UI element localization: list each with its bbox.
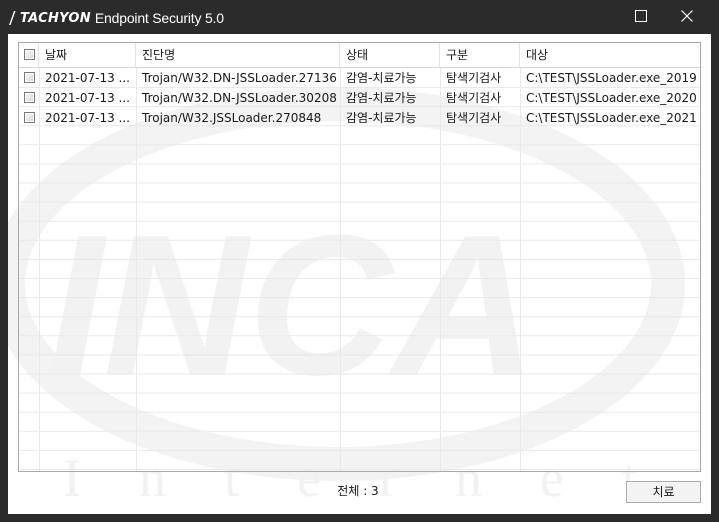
row-checkbox[interactable] — [24, 112, 35, 123]
row-detection-name: Trojan/W32.DN-JSSLoader.27136 — [142, 71, 337, 85]
row-target: C:\TEST\JSSLoader.exe_2021 — [526, 111, 697, 125]
row-type: 탐색기검사 — [446, 71, 502, 85]
row-target: C:\TEST\JSSLoader.exe_2020 — [526, 91, 697, 105]
detection-grid: 날짜 진단명 상태 구분 대상 2021-07-13 ... Trojan/W3… — [18, 42, 701, 472]
row-date: 2021-07-13 ... — [45, 71, 130, 85]
app-window: TACHYON Endpoint Security 5.0 INCA Inter… — [0, 0, 719, 522]
close-icon — [681, 10, 693, 22]
table-row[interactable]: 2021-07-13 ... Trojan/W32.DN-JSSLoader.2… — [19, 68, 700, 88]
grid-lines — [19, 68, 700, 471]
row-status: 감염-치료가능 — [346, 71, 417, 85]
app-title: Endpoint Security 5.0 — [94, 10, 224, 26]
total-count: 전체 : 3 — [337, 484, 379, 498]
main-panel: INCA Internet 날짜 진단명 상태 구분 대상 2021-07-13… — [8, 34, 711, 514]
maximize-button[interactable] — [619, 0, 663, 32]
row-type: 탐색기검사 — [446, 91, 502, 105]
row-date: 2021-07-13 ... — [45, 91, 130, 105]
tachyon-logo-icon — [9, 11, 16, 25]
close-button[interactable] — [665, 0, 709, 32]
column-header-name[interactable]: 진단명 — [136, 43, 340, 67]
maximize-icon — [635, 10, 647, 22]
select-all-checkbox[interactable] — [24, 49, 35, 60]
table-row[interactable]: 2021-07-13 ... Trojan/W32.JSSLoader.2708… — [19, 108, 700, 128]
row-status: 감염-치료가능 — [346, 111, 417, 125]
header-checkbox-cell — [19, 43, 39, 67]
row-status: 감염-치료가능 — [346, 91, 417, 105]
window-title: TACHYON Endpoint Security 5.0 — [8, 9, 224, 27]
column-header-status[interactable]: 상태 — [340, 43, 440, 67]
table-row[interactable]: 2021-07-13 ... Trojan/W32.DN-JSSLoader.3… — [19, 88, 700, 108]
title-bar[interactable]: TACHYON Endpoint Security 5.0 — [0, 0, 719, 34]
column-header-type[interactable]: 구분 — [440, 43, 520, 67]
row-type: 탐색기검사 — [446, 111, 502, 125]
row-checkbox[interactable] — [24, 92, 35, 103]
row-target: C:\TEST\JSSLoader.exe_2019 — [526, 71, 697, 85]
row-detection-name: Trojan/W32.JSSLoader.270848 — [142, 111, 322, 125]
column-header-target[interactable]: 대상 — [520, 43, 700, 67]
row-checkbox[interactable] — [24, 72, 35, 83]
row-date: 2021-07-13 ... — [45, 111, 130, 125]
column-header-date[interactable]: 날짜 — [39, 43, 136, 67]
grid-header: 날짜 진단명 상태 구분 대상 — [19, 43, 700, 68]
brand-name: TACHYON — [20, 10, 91, 26]
treat-button[interactable]: 치료 — [626, 481, 701, 503]
row-detection-name: Trojan/W32.DN-JSSLoader.30208 — [142, 91, 337, 105]
